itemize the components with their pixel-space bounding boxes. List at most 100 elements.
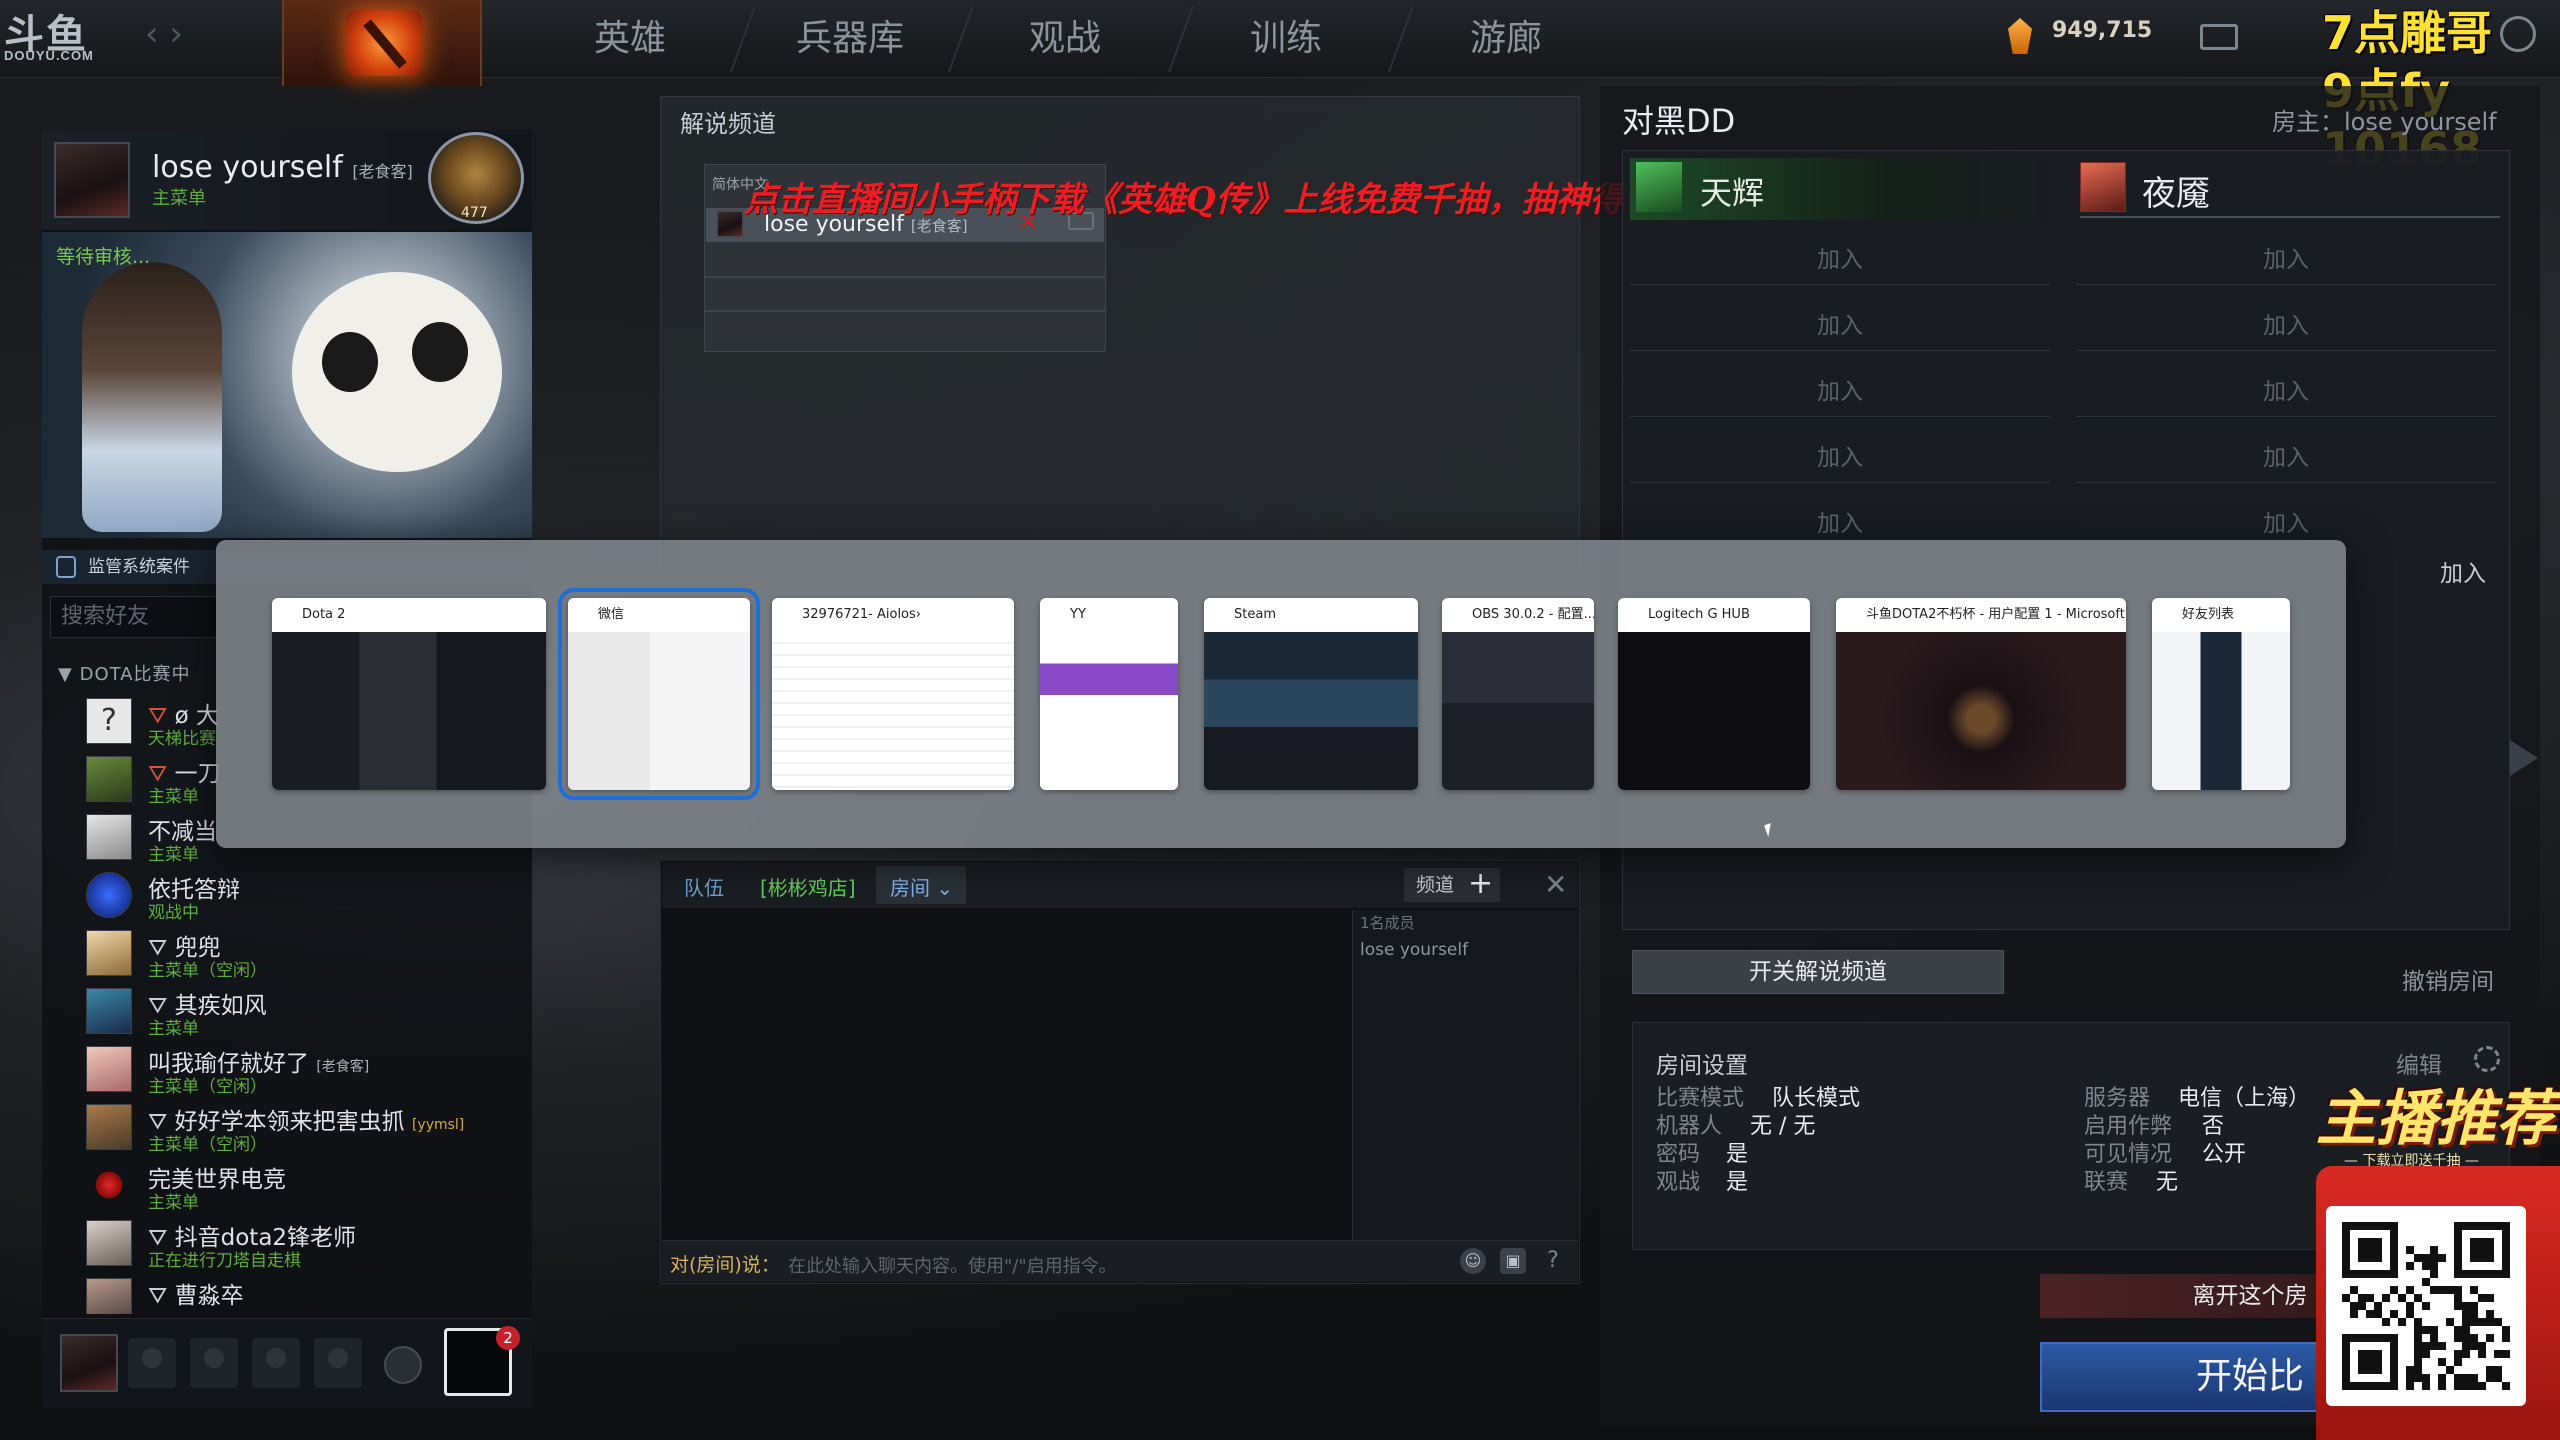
- help-icon[interactable]: ?: [1540, 1248, 1566, 1274]
- window-title: 斗鱼DOTA2不朽杯 - 用户配置 1 - Microsoft...: [1836, 598, 2126, 632]
- setting-key: 联赛: [2084, 1170, 2129, 1195]
- friend-row[interactable]: ⛛ 曹淼卒: [86, 1274, 526, 1314]
- friend-row[interactable]: ⛛ 兜兜 主菜单（空闲）: [86, 926, 526, 984]
- party-avatar[interactable]: [60, 1334, 118, 1392]
- tab-team[interactable]: 队伍: [684, 872, 724, 901]
- friend-row[interactable]: 叫我瑜仔就好了 [老食客] 主菜单（空闲）: [86, 1042, 526, 1100]
- qr-module: [2486, 1238, 2494, 1246]
- window-thumb-yy[interactable]: YY: [1040, 598, 1178, 790]
- tab-room[interactable]: 房间 ⌄: [890, 872, 953, 901]
- rank-medal-icon[interactable]: 477: [428, 132, 524, 224]
- dire-join-slot[interactable]: 加入: [2076, 372, 2496, 406]
- qr-module: [2390, 1382, 2398, 1390]
- headset-icon[interactable]: [384, 1346, 422, 1384]
- window-preview: [568, 632, 750, 790]
- qr-module: [2502, 1246, 2510, 1254]
- shield-icon: [56, 556, 76, 578]
- friend-avatar: [86, 1104, 132, 1150]
- nav-arrows[interactable]: ‹ ›: [145, 14, 215, 58]
- window-thumb-aiolos[interactable]: 32976721- Aiolos›: [772, 598, 1014, 790]
- window-thumb-steam[interactable]: Steam: [1204, 598, 1418, 790]
- qr-module: [2454, 1222, 2462, 1230]
- member-name[interactable]: lose yourself: [1360, 940, 1468, 960]
- toggle-caster-channel-button[interactable]: 开关解说频道: [1632, 950, 2004, 994]
- qr-module: [2438, 1286, 2446, 1294]
- mail-icon[interactable]: [2200, 24, 2238, 50]
- setting-value: 无 / 无: [1750, 1114, 1816, 1139]
- radiant-join-slot[interactable]: 加入: [1630, 438, 2050, 472]
- nav-arcade[interactable]: 游廊: [1436, 10, 1576, 68]
- radiant-join-slot[interactable]: 加入: [1630, 372, 2050, 406]
- window-thumb-edge[interactable]: 斗鱼DOTA2不朽杯 - 用户配置 1 - Microsoft...: [1836, 598, 2126, 790]
- friend-row[interactable]: 依托答辩 观战中: [86, 868, 526, 926]
- window-thumb-logitech[interactable]: Logitech G HUB: [1618, 598, 1810, 790]
- qr-module: [2414, 1334, 2422, 1342]
- emoji-icon[interactable]: ☺: [1460, 1248, 1486, 1274]
- qr-module: [2366, 1382, 2374, 1390]
- qr-module: [2486, 1310, 2494, 1318]
- friend-search-input[interactable]: 搜索好友: [50, 596, 220, 638]
- nav-heroes[interactable]: 英雄: [560, 10, 700, 68]
- friend-row[interactable]: ⛛ 抖音dota2锋老师 正在进行刀塔自走棋: [86, 1216, 526, 1274]
- dota-logo-button[interactable]: [282, 0, 482, 86]
- qr-module: [2358, 1334, 2366, 1342]
- qr-module: [2454, 1382, 2462, 1390]
- party-slot[interactable]: [128, 1338, 176, 1388]
- qr-module: [2502, 1334, 2510, 1342]
- qr-code[interactable]: [2326, 1206, 2526, 1406]
- qr-module: [2390, 1222, 2398, 1230]
- dire-join-slot[interactable]: 加入: [2076, 240, 2496, 274]
- qr-module: [2454, 1302, 2462, 1310]
- qr-module: [2438, 1374, 2446, 1382]
- dire-join-slot[interactable]: 加入: [2076, 504, 2496, 538]
- dire-join-slot[interactable]: 加入: [2076, 306, 2496, 340]
- window-thumb-dota2[interactable]: Dota 2: [272, 598, 546, 790]
- arrow-right-icon[interactable]: [2510, 740, 2538, 776]
- radiant-join-slot[interactable]: 加入: [1630, 240, 2050, 274]
- party-slot[interactable]: [314, 1338, 362, 1388]
- qr-module: [2422, 1374, 2430, 1382]
- qr-module: [2342, 1366, 2350, 1374]
- friend-row[interactable]: 完美世界电竞 主菜单: [86, 1158, 526, 1216]
- qr-module: [2454, 1270, 2462, 1278]
- qr-module: [2454, 1334, 2462, 1342]
- party-slot[interactable]: [190, 1338, 238, 1388]
- qr-module: [2358, 1222, 2366, 1230]
- radiant-join-slot[interactable]: 加入: [1630, 504, 2050, 538]
- tab-guild[interactable]: [彬彬鸡店]: [760, 872, 856, 901]
- close-icon[interactable]: ✕: [1544, 868, 1567, 901]
- window-preview: [2152, 632, 2290, 790]
- window-thumb-wechat[interactable]: 微信: [558, 588, 760, 800]
- qr-module: [2470, 1310, 2478, 1318]
- nav-learn[interactable]: 训练: [1216, 10, 1356, 68]
- qr-module: [2366, 1238, 2374, 1246]
- gear-icon[interactable]: [2474, 1046, 2500, 1072]
- chat-input[interactable]: 在此处输入聊天内容。使用"/"启用指令。: [788, 1252, 1117, 1278]
- plus-icon[interactable]: +: [1468, 866, 1493, 901]
- window-title: Dota 2: [272, 598, 546, 632]
- party-slot[interactable]: [252, 1338, 300, 1388]
- image-icon[interactable]: ▣: [1500, 1248, 1526, 1274]
- qr-module: [2454, 1246, 2462, 1254]
- qr-module: [2494, 1270, 2502, 1278]
- qr-module: [2414, 1358, 2422, 1366]
- nav-watch[interactable]: 观战: [995, 10, 1135, 68]
- power-icon[interactable]: [2500, 16, 2536, 52]
- qr-module: [2454, 1262, 2462, 1270]
- dire-join-slot[interactable]: 加入: [2076, 438, 2496, 472]
- qr-module: [2366, 1366, 2374, 1374]
- friend-row[interactable]: ⛛ 其疾如风 主菜单: [86, 984, 526, 1042]
- qr-module: [2422, 1326, 2430, 1334]
- qr-module: [2454, 1358, 2462, 1366]
- window-thumb-friends[interactable]: 好友列表: [2152, 598, 2290, 790]
- friend-row[interactable]: ⛛ 好好学本领来把害虫抓 [yymsl] 主菜单（空闲）: [86, 1100, 526, 1158]
- radiant-join-slot[interactable]: 加入: [1630, 306, 2050, 340]
- friend-group-header[interactable]: ▼ DOTA比赛中: [58, 660, 191, 686]
- window-thumb-obs[interactable]: OBS 30.0.2 - 配置...: [1442, 598, 1594, 790]
- avatar[interactable]: [54, 142, 130, 218]
- cancel-lobby-button[interactable]: 撤销房间: [2402, 962, 2494, 996]
- shards-count[interactable]: 949,715: [2052, 18, 2152, 43]
- nav-armory[interactable]: 兵器库: [770, 10, 930, 68]
- dota-emblem-icon: [346, 10, 422, 76]
- unassigned-join-button[interactable]: 加入: [2440, 554, 2486, 588]
